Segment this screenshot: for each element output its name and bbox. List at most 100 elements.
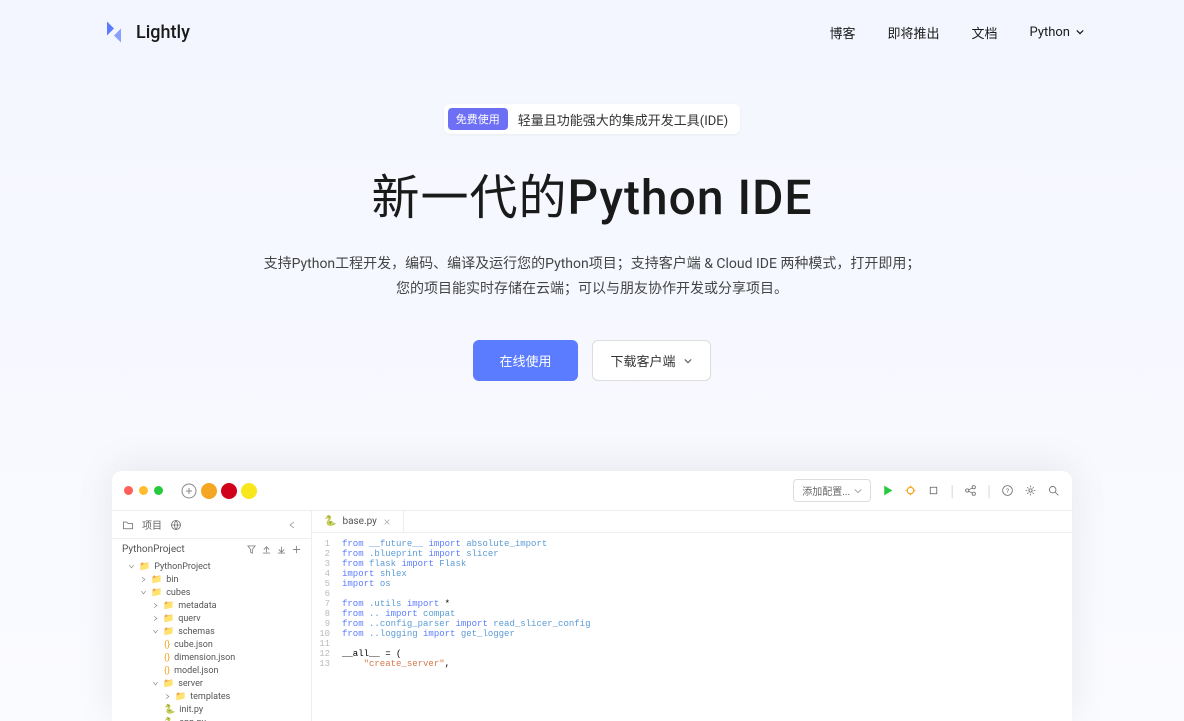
tree-file[interactable]: 🐍init.py bbox=[118, 703, 305, 716]
logo[interactable]: Lightly bbox=[100, 18, 190, 46]
sidebar: 项目 PythonProject 📁PythonProject 📁bin 📁cu… bbox=[112, 511, 312, 721]
tree-file[interactable]: {}dimension.json bbox=[118, 651, 305, 664]
collaborator-avatars bbox=[181, 483, 257, 499]
gear-icon[interactable] bbox=[1024, 484, 1037, 497]
tree-file[interactable]: {}model.json bbox=[118, 664, 305, 677]
window-controls bbox=[124, 483, 257, 499]
code-line: 5import os bbox=[312, 579, 1072, 589]
logo-text: Lightly bbox=[136, 22, 190, 43]
download-icon[interactable] bbox=[277, 545, 286, 554]
tree-folder[interactable]: 📁server bbox=[118, 677, 305, 690]
hero-description-2: 您的项目能实时存储在云端；可以与朋友协作开发或分享项目。 bbox=[0, 277, 1184, 302]
chevron-down-icon bbox=[854, 487, 862, 495]
chevron-right-icon bbox=[140, 576, 147, 583]
chevron-down-icon bbox=[684, 357, 692, 365]
ide-preview: 添加配置... | | ? 项目 PythonProject bbox=[112, 471, 1072, 721]
chevron-down-icon bbox=[1076, 28, 1084, 36]
tree-file[interactable]: 🐍app.py bbox=[118, 716, 305, 721]
avatar[interactable] bbox=[201, 483, 217, 499]
project-root[interactable]: PythonProject bbox=[112, 539, 311, 560]
nav-language-dropdown[interactable]: Python bbox=[1030, 25, 1084, 40]
window-close-icon[interactable] bbox=[124, 486, 133, 495]
editor: 🐍 base.py 1from __future__ import absolu… bbox=[312, 511, 1072, 721]
header: Lightly 博客 即将推出 文档 Python bbox=[0, 0, 1184, 64]
tree-folder[interactable]: 📁metadata bbox=[118, 599, 305, 612]
sidebar-title: 项目 bbox=[142, 517, 162, 532]
editor-tab[interactable]: 🐍 base.py bbox=[312, 511, 404, 532]
globe-icon[interactable] bbox=[170, 519, 182, 531]
tab-filename: base.py bbox=[342, 516, 376, 527]
code-line: 11 bbox=[312, 639, 1072, 649]
help-icon[interactable]: ? bbox=[1001, 484, 1014, 497]
share-icon[interactable] bbox=[964, 484, 977, 497]
plus-icon[interactable] bbox=[292, 545, 301, 554]
folder-icon bbox=[122, 519, 134, 531]
code-line: 8from .. import compat bbox=[312, 609, 1072, 619]
filter-icon[interactable] bbox=[247, 545, 256, 554]
logo-icon bbox=[100, 18, 128, 46]
code-line: 7from .utils import * bbox=[312, 599, 1072, 609]
tab-bar: 🐍 base.py bbox=[312, 511, 1072, 533]
code-line: 13 "create_server", bbox=[312, 659, 1072, 669]
code-line: 10from ..logging import get_logger bbox=[312, 629, 1072, 639]
download-button[interactable]: 下载客户端 bbox=[592, 340, 711, 381]
avatar[interactable] bbox=[241, 483, 257, 499]
chevron-down-icon bbox=[152, 628, 159, 635]
chevron-down-icon bbox=[152, 680, 159, 687]
code-line: 2from .blueprint import slicer bbox=[312, 549, 1072, 559]
tree-folder[interactable]: 📁querv bbox=[118, 612, 305, 625]
play-icon[interactable] bbox=[881, 484, 894, 497]
window-minimize-icon[interactable] bbox=[139, 486, 148, 495]
hero-section: 免费使用 轻量且功能强大的集成开发工具(IDE) 新一代的Python IDE … bbox=[0, 64, 1184, 411]
code-line: 3from flask import Flask bbox=[312, 559, 1072, 569]
hero-description-1: 支持Python工程开发，编码、编译及运行您的Python项目；支持客户端 & … bbox=[0, 252, 1184, 277]
code-editor[interactable]: 1from __future__ import absolute_import2… bbox=[312, 533, 1072, 675]
tree-folder[interactable]: 📁templates bbox=[118, 690, 305, 703]
collapse-icon[interactable] bbox=[287, 520, 297, 530]
search-icon[interactable] bbox=[1047, 484, 1060, 497]
download-label: 下载客户端 bbox=[611, 351, 676, 370]
tree-folder[interactable]: 📁PythonProject bbox=[118, 560, 305, 573]
run-config-select[interactable]: 添加配置... bbox=[793, 479, 871, 502]
chevron-right-icon bbox=[152, 602, 159, 609]
ide-topbar: 添加配置... | | ? bbox=[112, 471, 1072, 511]
hero-title: 新一代的Python IDE bbox=[0, 158, 1184, 228]
stop-icon[interactable] bbox=[927, 484, 940, 497]
toolbar-right: 添加配置... | | ? bbox=[793, 479, 1060, 502]
svg-text:?: ? bbox=[1006, 487, 1009, 495]
project-name: PythonProject bbox=[122, 544, 185, 555]
nav: 博客 即将推出 文档 Python bbox=[829, 23, 1084, 42]
chevron-down-icon bbox=[128, 563, 135, 570]
config-label: 添加配置... bbox=[802, 483, 850, 498]
sidebar-header: 项目 bbox=[112, 511, 311, 539]
avatar[interactable] bbox=[221, 483, 237, 499]
tree-file[interactable]: {}cube.json bbox=[118, 638, 305, 651]
upload-icon[interactable] bbox=[262, 545, 271, 554]
cta-row: 在线使用 下载客户端 bbox=[0, 340, 1184, 381]
code-line: 6 bbox=[312, 589, 1072, 599]
tree-folder[interactable]: 📁cubes bbox=[118, 586, 305, 599]
add-user-icon[interactable] bbox=[181, 483, 197, 499]
code-line: 1from __future__ import absolute_import bbox=[312, 539, 1072, 549]
python-icon: 🐍 bbox=[324, 516, 336, 527]
chevron-down-icon bbox=[140, 589, 147, 596]
nav-blog[interactable]: 博客 bbox=[829, 23, 855, 42]
code-line: 9from ..config_parser import read_slicer… bbox=[312, 619, 1072, 629]
free-badge: 免费使用 bbox=[448, 108, 508, 130]
debug-icon[interactable] bbox=[904, 484, 917, 497]
close-icon[interactable] bbox=[383, 518, 391, 526]
nav-docs[interactable]: 文档 bbox=[972, 23, 998, 42]
window-maximize-icon[interactable] bbox=[154, 486, 163, 495]
nav-language-label: Python bbox=[1030, 25, 1070, 40]
ide-body: 项目 PythonProject 📁PythonProject 📁bin 📁cu… bbox=[112, 511, 1072, 721]
tree-folder[interactable]: 📁schemas bbox=[118, 625, 305, 638]
nav-coming-soon[interactable]: 即将推出 bbox=[888, 23, 940, 42]
badge-row: 免费使用 轻量且功能强大的集成开发工具(IDE) bbox=[444, 104, 740, 134]
file-tree: 📁PythonProject 📁bin 📁cubes 📁metadata 📁qu… bbox=[112, 560, 311, 721]
tree-folder[interactable]: 📁bin bbox=[118, 573, 305, 586]
online-use-button[interactable]: 在线使用 bbox=[473, 340, 577, 381]
chevron-right-icon bbox=[152, 615, 159, 622]
project-actions bbox=[247, 545, 301, 554]
code-line: 4import shlex bbox=[312, 569, 1072, 579]
badge-subtitle: 轻量且功能强大的集成开发工具(IDE) bbox=[518, 110, 728, 129]
